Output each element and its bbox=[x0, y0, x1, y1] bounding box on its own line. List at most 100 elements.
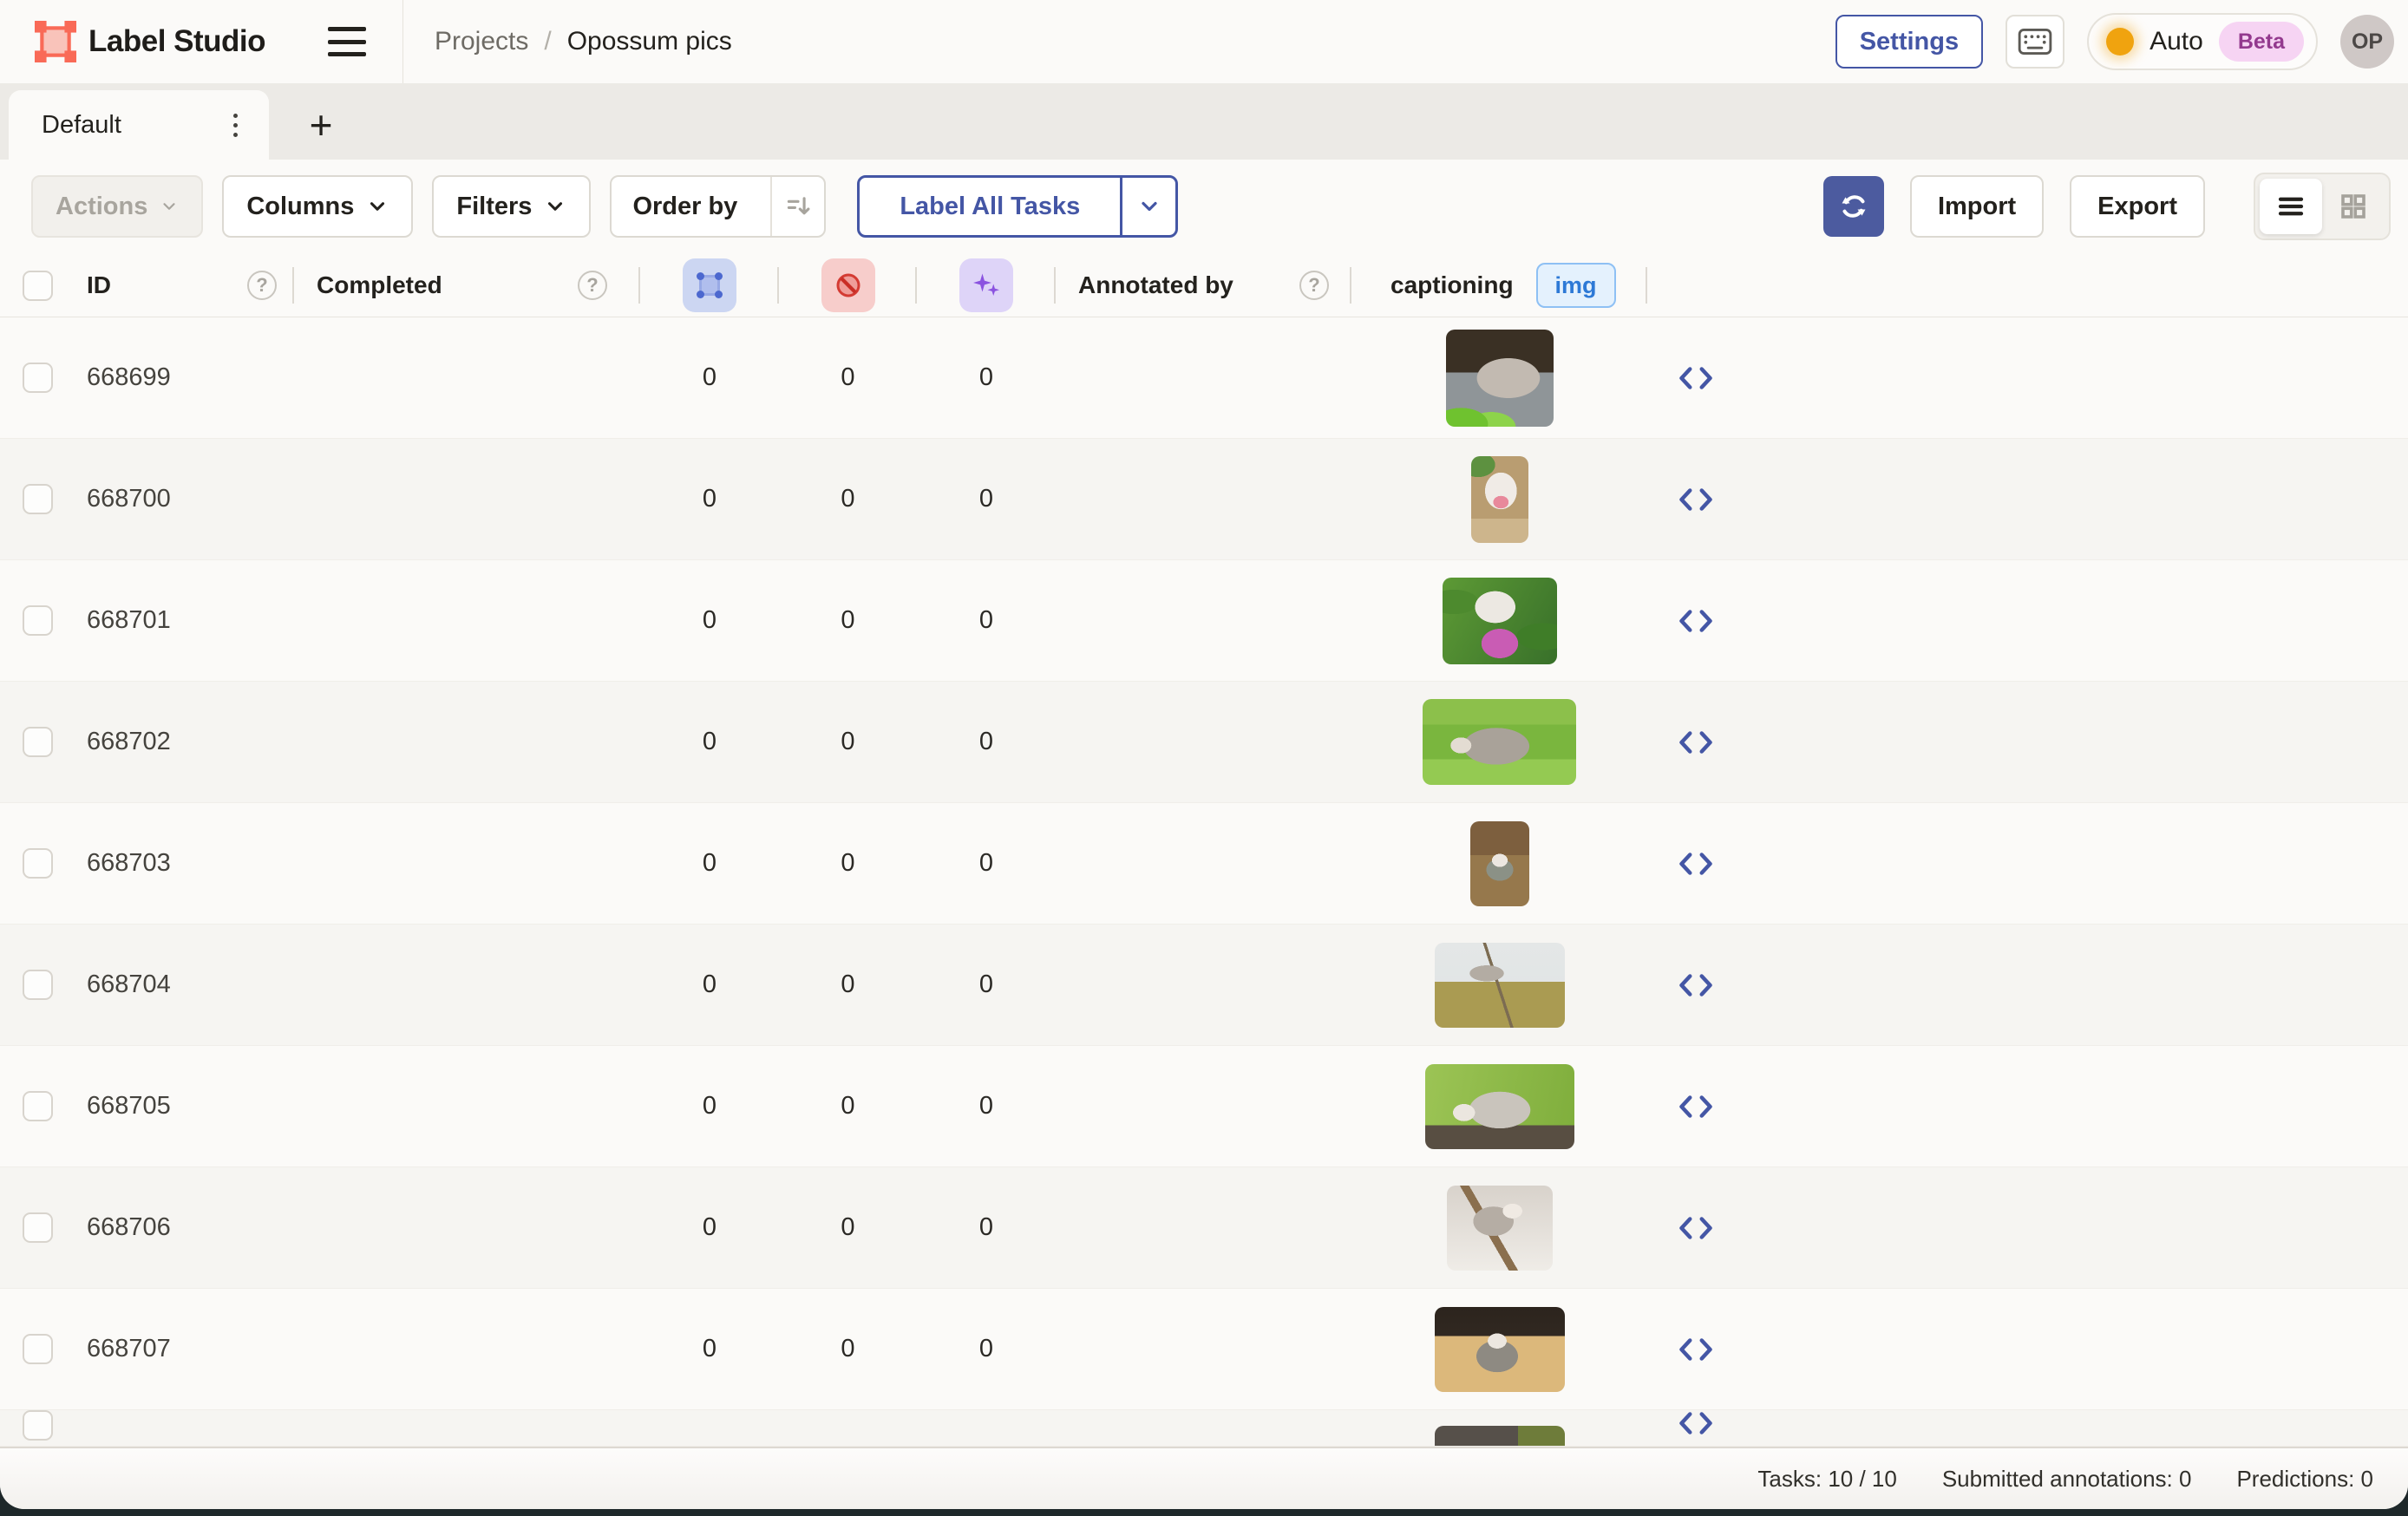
select-all-checkbox[interactable] bbox=[23, 271, 53, 301]
columns-button[interactable]: Columns bbox=[222, 175, 413, 238]
annotated-by-cell bbox=[1056, 1410, 1351, 1447]
show-source-button[interactable] bbox=[1647, 439, 1744, 559]
predictions-count: 0 bbox=[917, 1046, 1056, 1166]
filters-button[interactable]: Filters bbox=[432, 175, 591, 238]
predictions-count: 0 bbox=[917, 925, 1056, 1045]
row-filler bbox=[1744, 925, 2408, 1045]
tab-options-kebab-icon[interactable] bbox=[228, 108, 243, 142]
list-view-button[interactable] bbox=[2260, 179, 2322, 234]
top-header: Label Studio Projects / Opossum pics Set… bbox=[0, 0, 2408, 83]
import-button[interactable]: Import bbox=[1910, 175, 2044, 238]
task-image-thumbnail[interactable] bbox=[1423, 699, 1576, 785]
grid-view-button[interactable] bbox=[2322, 179, 2385, 234]
table-row[interactable]: 668703 0 0 0 bbox=[0, 803, 2408, 925]
refresh-button[interactable] bbox=[1823, 176, 1884, 237]
table-row[interactable]: 668699 0 0 0 bbox=[0, 317, 2408, 439]
row-checkbox[interactable] bbox=[23, 1212, 53, 1243]
predictions-count: Predictions: 0 bbox=[2236, 1466, 2373, 1493]
keyboard-icon bbox=[2018, 28, 2052, 56]
user-avatar[interactable]: OP bbox=[2340, 15, 2394, 69]
column-header-id[interactable]: ID bbox=[87, 271, 111, 299]
completed-cell bbox=[294, 1289, 640, 1409]
predictions-count: 0 bbox=[917, 1289, 1056, 1409]
predictions-count bbox=[917, 1410, 1056, 1447]
sort-icon[interactable] bbox=[770, 177, 824, 236]
task-image-thumbnail[interactable] bbox=[1435, 943, 1565, 1028]
table-row[interactable]: 668700 0 0 0 bbox=[0, 439, 2408, 560]
table-row[interactable]: 668702 0 0 0 bbox=[0, 682, 2408, 803]
help-icon[interactable]: ? bbox=[1299, 271, 1329, 300]
row-checkbox[interactable] bbox=[23, 1410, 53, 1441]
cancelled-annotations-column-icon[interactable] bbox=[821, 258, 875, 312]
show-source-button[interactable] bbox=[1647, 317, 1744, 438]
annotations-count: 0 bbox=[640, 1289, 779, 1409]
hamburger-menu-icon[interactable] bbox=[328, 27, 366, 56]
cancelled-count: 0 bbox=[779, 317, 917, 438]
show-source-button[interactable] bbox=[1647, 682, 1744, 802]
row-checkbox[interactable] bbox=[23, 605, 53, 636]
predictions-column-icon[interactable] bbox=[959, 258, 1013, 312]
table-row[interactable]: 668707 0 0 0 bbox=[0, 1289, 2408, 1410]
row-filler bbox=[1744, 1289, 2408, 1409]
task-image-thumbnail[interactable] bbox=[1435, 1426, 1565, 1447]
row-checkbox[interactable] bbox=[23, 970, 53, 1000]
source-code-icon bbox=[1678, 851, 1714, 877]
breadcrumb: Projects / Opossum pics bbox=[435, 27, 732, 56]
status-bar: Tasks: 10 / 10 Submitted annotations: 0 … bbox=[0, 1447, 2408, 1509]
source-code-icon bbox=[1678, 1336, 1714, 1362]
tab-default[interactable]: Default bbox=[9, 90, 269, 160]
task-id: 668703 bbox=[87, 849, 171, 878]
column-header-completed[interactable]: Completed bbox=[317, 271, 442, 299]
cancelled-count: 0 bbox=[779, 803, 917, 924]
label-all-tasks-button[interactable]: Label All Tasks bbox=[857, 175, 1178, 238]
row-checkbox[interactable] bbox=[23, 1091, 53, 1121]
add-tab-button[interactable]: + bbox=[298, 102, 344, 147]
row-filler bbox=[1744, 439, 2408, 559]
show-source-button[interactable] bbox=[1647, 925, 1744, 1045]
show-source-button[interactable] bbox=[1647, 1410, 1744, 1447]
show-source-button[interactable] bbox=[1647, 1289, 1744, 1409]
table-row[interactable]: 668705 0 0 0 bbox=[0, 1046, 2408, 1167]
task-image-thumbnail[interactable] bbox=[1470, 821, 1529, 906]
source-code-icon bbox=[1678, 729, 1714, 755]
task-image-thumbnail[interactable] bbox=[1446, 330, 1554, 427]
column-header-captioning[interactable]: captioning bbox=[1390, 271, 1514, 299]
annotations-count-column-icon[interactable] bbox=[683, 258, 736, 312]
show-source-button[interactable] bbox=[1647, 1167, 1744, 1288]
show-source-button[interactable] bbox=[1647, 803, 1744, 924]
source-code-icon bbox=[1678, 487, 1714, 513]
export-button[interactable]: Export bbox=[2070, 175, 2205, 238]
column-header-annotated-by[interactable]: Annotated by bbox=[1078, 271, 1233, 299]
row-checkbox[interactable] bbox=[23, 363, 53, 393]
breadcrumb-projects[interactable]: Projects bbox=[435, 27, 528, 56]
annotated-by-cell bbox=[1056, 1289, 1351, 1409]
auto-mode-toggle[interactable]: Auto Beta bbox=[2087, 13, 2318, 70]
task-image-thumbnail[interactable] bbox=[1425, 1064, 1574, 1149]
table-row[interactable]: 668706 0 0 0 bbox=[0, 1167, 2408, 1289]
order-by-button[interactable]: Order by bbox=[610, 175, 826, 238]
task-image-thumbnail[interactable] bbox=[1447, 1186, 1553, 1271]
table-row[interactable]: 668701 0 0 0 bbox=[0, 560, 2408, 682]
row-checkbox[interactable] bbox=[23, 1334, 53, 1364]
task-image-thumbnail[interactable] bbox=[1471, 456, 1528, 543]
row-checkbox[interactable] bbox=[23, 848, 53, 879]
task-image-thumbnail[interactable] bbox=[1443, 578, 1557, 664]
app-logo[interactable]: Label Studio bbox=[35, 21, 265, 62]
actions-button[interactable]: Actions bbox=[31, 175, 203, 238]
label-all-tasks-dropdown[interactable] bbox=[1120, 178, 1175, 235]
annotated-by-cell bbox=[1056, 1167, 1351, 1288]
show-source-button[interactable] bbox=[1647, 1046, 1744, 1166]
row-filler bbox=[1744, 682, 2408, 802]
cancelled-count bbox=[779, 1410, 917, 1447]
task-id: 668706 bbox=[87, 1213, 171, 1242]
keyboard-shortcuts-button[interactable] bbox=[2006, 15, 2064, 69]
table-row[interactable]: 668704 0 0 0 bbox=[0, 925, 2408, 1046]
task-image-thumbnail[interactable] bbox=[1435, 1307, 1565, 1392]
row-checkbox[interactable] bbox=[23, 727, 53, 757]
help-icon[interactable]: ? bbox=[247, 271, 277, 300]
help-icon[interactable]: ? bbox=[578, 271, 607, 300]
table-row[interactable] bbox=[0, 1410, 2408, 1447]
show-source-button[interactable] bbox=[1647, 560, 1744, 681]
settings-button[interactable]: Settings bbox=[1835, 15, 1983, 69]
row-checkbox[interactable] bbox=[23, 484, 53, 514]
